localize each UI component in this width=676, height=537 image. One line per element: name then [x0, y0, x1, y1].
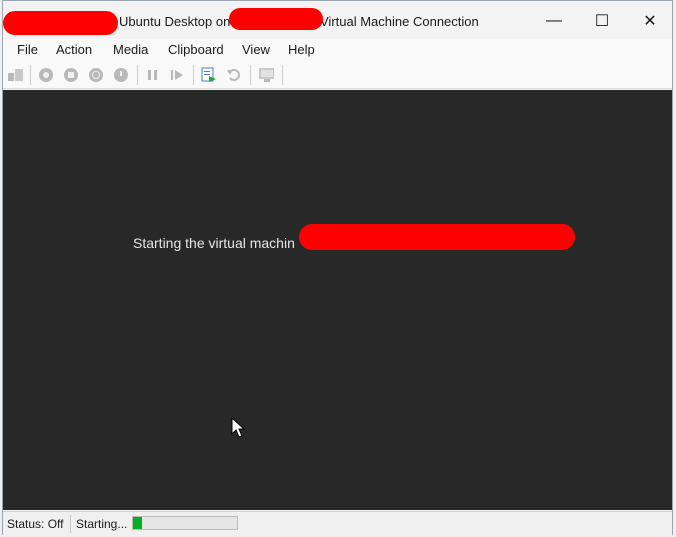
activity-label: Starting... [76, 517, 128, 531]
progress-fill [133, 517, 143, 529]
power-icon[interactable] [113, 67, 129, 83]
close-icon: ✕ [643, 13, 657, 30]
menu-action[interactable]: Action [56, 42, 92, 57]
menu-file[interactable]: File [17, 42, 38, 57]
close-button[interactable]: ✕ [627, 5, 673, 37]
progress-bar [132, 516, 238, 530]
toolbar [3, 61, 672, 89]
shutdown-icon[interactable] [88, 67, 104, 83]
pause-icon[interactable] [145, 67, 161, 83]
redaction-mark [229, 8, 323, 30]
vm-state-label: Status: Off [7, 517, 64, 531]
window-title-part2: Virtual Machine Connection [320, 14, 479, 29]
title-bar[interactable]: Ubuntu Desktop on Virtual Machine Connec… [3, 1, 672, 39]
minimize-button[interactable]: — [531, 5, 577, 37]
menu-media[interactable]: Media [113, 42, 148, 57]
vm-connection-window: Ubuntu Desktop on Virtual Machine Connec… [2, 0, 673, 536]
vm-display[interactable]: Starting the virtual machin [3, 90, 672, 510]
revert-icon[interactable] [226, 67, 242, 83]
redaction-mark [3, 11, 118, 35]
resume-icon[interactable] [169, 67, 185, 83]
status-bar: Status: Off Starting... [3, 511, 672, 536]
minimize-icon: — [546, 12, 562, 29]
turn-off-icon[interactable] [63, 67, 79, 83]
window-title-part1: Ubuntu Desktop on [119, 14, 231, 29]
enhanced-session-icon[interactable] [258, 67, 274, 83]
ctrl-alt-del-icon[interactable] [8, 67, 24, 83]
maximize-icon: ☐ [594, 13, 610, 30]
redaction-mark [299, 224, 575, 250]
menu-help[interactable]: Help [288, 42, 315, 57]
vm-status-message: Starting the virtual machin [133, 235, 295, 251]
start-icon[interactable] [38, 67, 54, 83]
maximize-button[interactable]: ☐ [579, 5, 625, 37]
menu-bar: File Action Media Clipboard View Help [3, 39, 672, 61]
mouse-cursor-icon [231, 417, 245, 438]
menu-view[interactable]: View [242, 42, 270, 57]
menu-clipboard[interactable]: Clipboard [168, 42, 224, 57]
checkpoint-icon[interactable] [201, 67, 217, 83]
